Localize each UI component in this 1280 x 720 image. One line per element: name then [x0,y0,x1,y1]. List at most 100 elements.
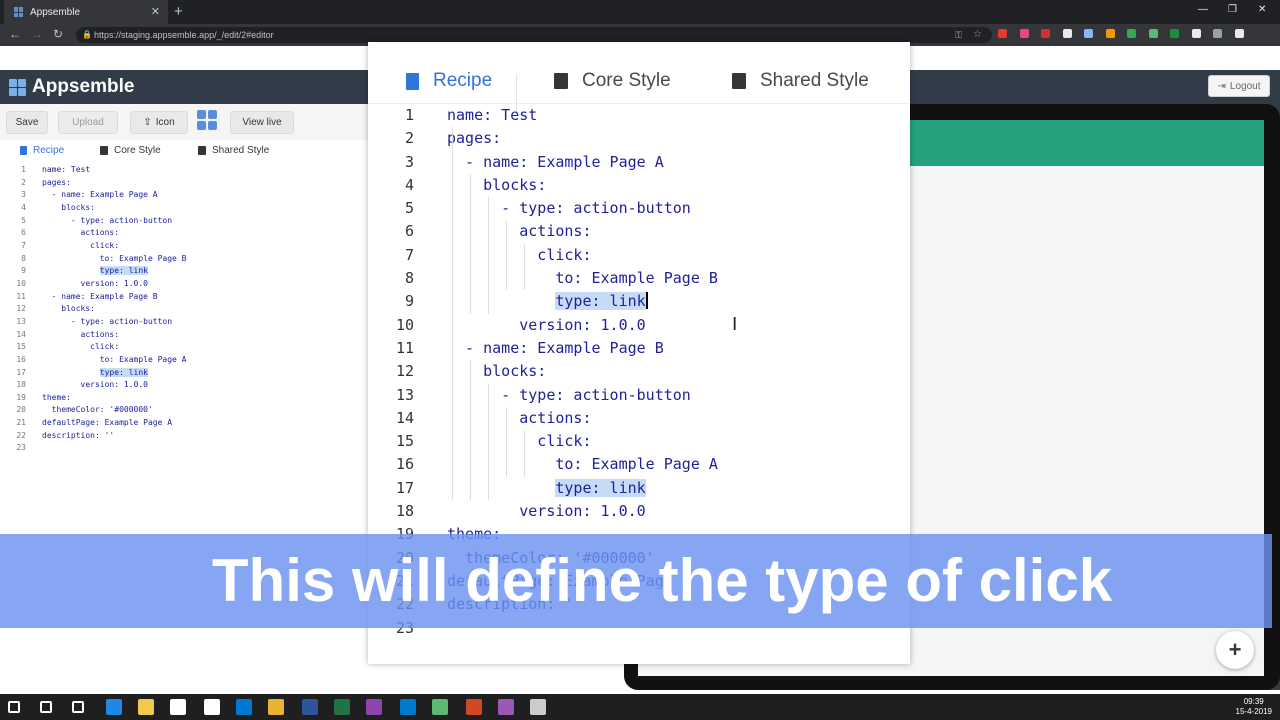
restore-window-button[interactable]: ❐ [1228,4,1237,15]
word-icon[interactable] [302,699,318,715]
browser-extension-icon[interactable] [998,29,1007,38]
code-text: actions: [42,329,120,339]
line-number: 7 [404,245,414,264]
windows-start-icon[interactable] [8,701,20,713]
minimize-window-button[interactable]: — [1198,4,1208,15]
reload-icon[interactable]: ↻ [53,27,63,41]
code-text: description: '' [42,430,115,440]
browser-extension-icon[interactable] [1105,29,1115,38]
bookmark-star-icon[interactable]: ☆ [973,27,982,43]
browser-extension-icon[interactable] [1127,29,1136,38]
tab-shared-style[interactable]: Shared Style [198,145,269,156]
outlook-icon[interactable] [236,699,252,715]
tab-recipe[interactable]: Recipe [20,145,64,156]
forward-arrow-icon[interactable]: → [31,27,43,41]
icon-button[interactable]: ⇪ Icon [130,111,188,134]
code-text: - name: Example Page B [42,291,158,301]
indent-guide [469,173,471,314]
excel-icon[interactable] [334,699,350,715]
settings-icon[interactable] [530,699,546,715]
editor-tabs: Recipe Core Style Shared Style [0,140,368,162]
code-text: version: 1.0.0 [447,502,646,521]
store-icon[interactable] [170,699,186,715]
browser-extension-icon[interactable] [1213,29,1222,38]
view-live-button[interactable]: View live [230,111,294,134]
upload-button[interactable]: Upload [58,111,118,134]
code-line: 17 type: link [368,477,910,500]
search-icon[interactable] [40,701,52,713]
git-icon[interactable] [432,699,448,715]
new-tab-button[interactable]: + [174,3,183,20]
line-number: 14 [395,408,414,427]
logout-button[interactable]: ⇥ Logout [1208,75,1270,97]
indent-guide [523,430,525,477]
app-icon-preview[interactable] [197,110,217,130]
browser-extension-icon[interactable] [1019,29,1029,38]
code-text: click: [42,240,120,250]
premiere-icon[interactable] [498,699,514,715]
mini-code-line: 14 actions: [0,329,368,342]
code-line: 10 version: 1.0.0 [368,314,910,337]
code-line: 13 - type: action-button [368,384,910,407]
code-text: to: Example Page A [42,354,187,364]
browser-extension-icon[interactable] [1170,29,1179,38]
code-editor-small[interactable]: 1 name: Test 2 pages: 3 - name: Example Page… [0,164,368,455]
brush-icon [198,146,206,155]
code-line: 11 - name: Example Page B [368,337,910,360]
browser-tab-appsemble[interactable]: Appsemble ✕ [4,0,168,24]
indent-guide [487,197,489,314]
close-window-button[interactable]: ✕ [1258,4,1266,15]
address-bar[interactable]: 🔒 https://staging.appsemble.app/_/edit/2… [76,27,992,43]
line-number: 17 [16,367,26,377]
add-button[interactable]: + [1216,631,1254,669]
system-clock[interactable]: 09:39 15-4-2019 [1236,697,1272,717]
code-line: 15 click: [368,430,910,453]
browser-extension-icon[interactable] [1062,29,1072,38]
line-number: 11 [16,291,26,301]
line-number: 21 [16,418,26,428]
browser-extension-icon[interactable] [1191,29,1201,38]
line-number: 20 [16,405,26,415]
browser-extension-icon[interactable] [1084,29,1093,38]
edge-icon[interactable] [106,699,122,715]
vscode-icon[interactable] [400,699,416,715]
browser-extension-icon[interactable] [1148,29,1158,38]
logout-icon: ⇥ [1217,80,1226,92]
save-button[interactable]: Save [6,111,48,134]
line-number: 15 [16,342,26,352]
code-text: type: link [447,477,646,500]
code-text: blocks: [447,362,547,381]
tab-core-style-zoomed[interactable]: Core Style [554,70,671,92]
mini-code-line: 4 blocks: [0,202,368,215]
file-explorer-icon[interactable] [138,699,154,715]
view-live-label: View live [242,117,282,128]
indent-guide [469,360,471,501]
tab-close-icon[interactable]: ✕ [151,5,160,18]
tab-recipe-zoomed[interactable]: Recipe [406,70,492,92]
key-icon[interactable]: ⚿ [955,27,962,43]
code-text: - type: action-button [42,215,173,225]
code-text: click: [42,342,120,352]
chrome-icon[interactable] [268,699,284,715]
line-number: 18 [16,380,26,390]
code-line: 5 - type: action-button [368,197,910,220]
line-number: 4 [404,175,414,194]
task-view-icon[interactable] [72,701,84,713]
browser-extension-icon[interactable] [1041,29,1050,38]
powerpoint-icon[interactable] [466,699,482,715]
line-number: 6 [21,228,26,238]
upload-arrow-icon: ⇪ [143,117,152,128]
code-text: defaultPage: Example Page A [42,418,173,428]
tab-core-style[interactable]: Core Style [100,145,161,156]
tab-shared-style-zoomed[interactable]: Shared Style [732,70,869,92]
mini-code-line: 21 defaultPage: Example Page A [0,417,368,430]
back-arrow-icon[interactable]: ← [9,27,21,41]
browser-extension-icon[interactable] [1234,29,1244,38]
mini-code-line: 23 [0,442,368,455]
mail-icon[interactable] [204,699,220,715]
code-line: 14 actions: [368,407,910,430]
slack-icon[interactable] [366,699,382,715]
line-number: 8 [21,253,26,263]
browser-tab-strip: Appsemble ✕ + — ❐ ✕ [0,0,1280,24]
line-number: 10 [16,278,26,288]
